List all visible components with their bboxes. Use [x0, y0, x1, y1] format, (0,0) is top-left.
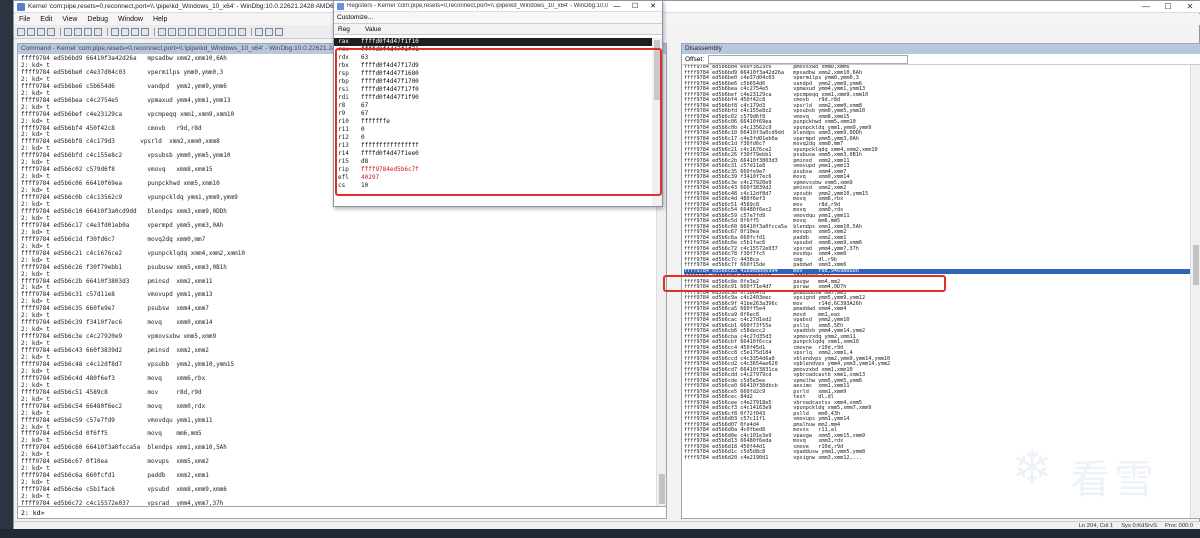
- toolbar-separator: [60, 27, 61, 36]
- window-title: Kernel 'com:pipe,resets=0,reconnect,port…: [28, 3, 338, 10]
- scroll-thumb[interactable]: [1193, 245, 1199, 285]
- run-to-cursor-icon[interactable]: [141, 27, 149, 36]
- command-line: ffff9784 ed5b6c26 f30f79ebb1 psubusw xmm…: [21, 263, 227, 271]
- menu-help[interactable]: Help: [148, 16, 172, 23]
- disassembly-header: Disassembly: [682, 44, 1200, 54]
- reg-column[interactable]: Reg: [334, 24, 361, 34]
- toolbar-separator: [154, 27, 155, 36]
- toolbar-separator: [107, 27, 108, 36]
- registers-icon[interactable]: [198, 27, 206, 36]
- callstack-icon[interactable]: [218, 27, 226, 36]
- command-line: ffff9784 ed5b6c60 66410f3a0fcca5a blendp…: [21, 444, 227, 452]
- options-icon[interactable]: [275, 27, 283, 36]
- command-line: ffff9784 ed5b6c6a 660fcfd1 paddb xmm2,xm…: [21, 472, 209, 480]
- command-line: ffff9784 ed5b6c43 660f3839d2 pminsd xmm2…: [21, 347, 209, 355]
- close-icon[interactable]: ✕: [644, 2, 662, 10]
- registers-highlight-box: [335, 48, 662, 196]
- command-line: ffff9784 ed5b6c59 c57e7fd9 vmovdqu ymm1,…: [21, 416, 213, 424]
- command-line: ffff9784 ed5b6c67 0f10ea movups xmm5,xmm…: [21, 458, 209, 466]
- scroll-thumb[interactable]: [659, 474, 665, 504]
- command-line: ffff9784 ed5b6c1d f30fd6c7 movq2dq xmm0,…: [21, 235, 206, 243]
- registers-title-bar: Registers - Kernel 'com:pipe,resets=0,re…: [334, 1, 662, 12]
- menu-file[interactable]: File: [14, 16, 35, 23]
- breakpoint-icon[interactable]: [158, 27, 166, 36]
- step-into-icon[interactable]: [111, 27, 119, 36]
- command-line: ffff9784 ed5b6c31 c57d11e8 vmovupd ymm1,…: [21, 291, 213, 299]
- go-icon[interactable]: [64, 27, 72, 36]
- memory-icon[interactable]: [208, 27, 216, 36]
- toolbar: [14, 25, 334, 39]
- menu-debug[interactable]: Debug: [82, 16, 113, 23]
- register-name: rax: [338, 38, 349, 45]
- menu-window[interactable]: Window: [113, 16, 148, 23]
- watermark-text: 看雪: [1070, 457, 1158, 503]
- maximize-icon[interactable]: ☐: [626, 2, 644, 10]
- step-over-icon[interactable]: [121, 27, 129, 36]
- disassembly-icon[interactable]: [228, 27, 236, 36]
- command-line: ffff9784 ed5b6c51 4589c8 mov r8d,r9d: [21, 388, 202, 396]
- watermark-logo: ❄ 看雪: [1012, 443, 1192, 503]
- minimize-icon[interactable]: —: [608, 3, 626, 10]
- command-line: ffff9784 ed5b6c3e c4c27920e9 vpmovsxbw x…: [21, 333, 217, 341]
- offset-bar: Offset:: [682, 54, 1200, 65]
- command-line: ffff9784 ed5b6c10 66410f3a0cd9dd blendps…: [21, 207, 227, 215]
- minimize-icon[interactable]: —: [1135, 1, 1157, 13]
- break-icon[interactable]: [94, 27, 102, 36]
- command-line: ffff9784 ed5b6c5d 0f6ff5 movq mm6,mm5: [21, 430, 202, 438]
- close-icon[interactable]: ✕: [1179, 1, 1200, 13]
- command-input[interactable]: 2: kd>: [18, 506, 666, 518]
- command-line: ffff9784 ed5b6c39 f3410f7ec6 movq xmm0,x…: [21, 319, 213, 327]
- menu-view[interactable]: View: [57, 16, 82, 23]
- maximize-icon[interactable]: ☐: [1157, 1, 1179, 13]
- command-line: ffff9784 ed5b6c21 c4c1676ce2 vpunpcklqdq…: [21, 249, 245, 257]
- locals-icon[interactable]: [188, 27, 196, 36]
- snowflake-icon: ❄: [1012, 440, 1053, 496]
- menu-edit[interactable]: Edit: [35, 16, 57, 23]
- value-column[interactable]: Value: [361, 24, 381, 34]
- command-line: ffff9784 ed5b6c54 66480f6ec2 movq xmm0,r…: [21, 402, 206, 410]
- registers-title: Registers - Kernel 'com:pipe,resets=0,re…: [347, 3, 608, 9]
- taskbar: [0, 529, 1200, 538]
- step-out-icon[interactable]: [131, 27, 139, 36]
- scratchpad-icon[interactable]: [238, 27, 246, 36]
- cut-icon[interactable]: [27, 27, 35, 36]
- offset-label: Offset:: [685, 56, 705, 63]
- command-line: ffff9784 ed5b6c6e c5b1fac6 vpsubd xmm8,x…: [21, 486, 227, 494]
- restart-icon[interactable]: [74, 27, 82, 36]
- registers-column-header: Reg Value: [334, 24, 662, 35]
- register-row[interactable]: rax ffffd0f4d47f1f10: [334, 38, 652, 46]
- open-icon[interactable]: [17, 27, 25, 36]
- command-line: ffff9784 ed5b6c2b 66410f3803d3 pminsd xm…: [21, 277, 213, 285]
- command-line: ffff9784 ed5b6c48 c4c12df8d7 vpsubb ymm2…: [21, 360, 235, 368]
- offset-input[interactable]: [708, 55, 909, 64]
- watch-icon[interactable]: [178, 27, 186, 36]
- customize-button[interactable]: Customize...: [334, 12, 662, 24]
- command-line: ffff9784 ed5b6c35 660fe9e7 psubsw xmm4,x…: [21, 305, 209, 313]
- command-icon[interactable]: [168, 27, 176, 36]
- left-desktop-strip: [0, 0, 13, 538]
- toolbar-separator: [251, 27, 252, 36]
- font-icon[interactable]: [265, 27, 273, 36]
- current-instruction-highlight-box: [663, 275, 946, 292]
- paste-icon[interactable]: [47, 27, 55, 36]
- windbg-app-icon: [17, 2, 25, 11]
- registers-icon: [337, 2, 344, 10]
- source-mode-icon[interactable]: [255, 27, 263, 36]
- register-value[interactable]: ffffd0f4d47f1f10: [361, 38, 419, 46]
- command-line: ffff9784 ed5b6c17 c4e3fd01eb0a vpermpd y…: [21, 221, 224, 229]
- copy-icon[interactable]: [37, 27, 45, 36]
- stop-icon[interactable]: [84, 27, 92, 36]
- command-line: ffff9784 ed5b6c4d 480f6ef3 movq xmm6,rbx: [21, 374, 206, 382]
